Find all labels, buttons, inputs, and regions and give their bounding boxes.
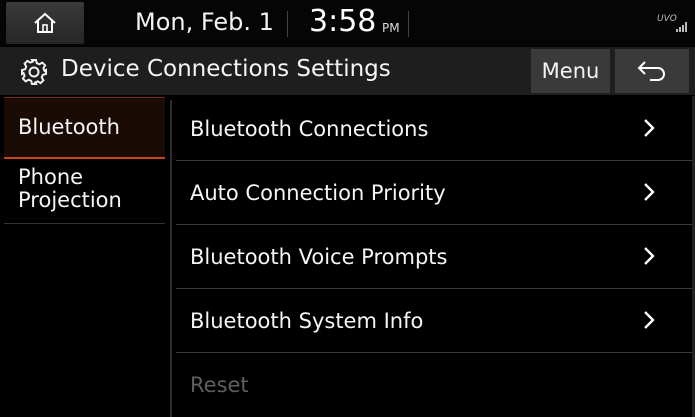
list-item-auto-connection-priority[interactable]: Auto Connection Priority [176, 161, 692, 225]
page-title: Device Connections Settings [61, 56, 391, 82]
chevron-right-icon [644, 183, 655, 201]
tab-label-line1: Phone [18, 165, 84, 189]
chevron-right-icon [644, 311, 655, 329]
status-bar: Mon, Feb. 1 3:58 PM UVO [0, 0, 695, 46]
list-item-label: Bluetooth Voice Prompts [190, 245, 448, 269]
tab-phone-projection-label: Phone Projection [18, 166, 122, 212]
gear-icon [21, 59, 47, 85]
panel-divider [170, 100, 172, 417]
list-item-bluetooth-voice-prompts[interactable]: Bluetooth Voice Prompts [176, 225, 692, 289]
ampm-indicator: PM [382, 21, 400, 35]
list-item-label: Auto Connection Priority [190, 181, 446, 205]
menu-button[interactable]: Menu [531, 49, 610, 93]
status-divider [408, 11, 409, 37]
back-button[interactable] [615, 49, 689, 93]
status-divider [287, 11, 288, 37]
signal-icon [676, 22, 687, 32]
tab-phone-projection[interactable]: Phone Projection [4, 162, 165, 224]
tab-bluetooth[interactable]: Bluetooth [4, 97, 165, 159]
time-display: 3:58 [309, 4, 377, 39]
list-item-bluetooth-system-info[interactable]: Bluetooth System Info [176, 289, 692, 353]
list-item-label: Bluetooth Connections [190, 117, 429, 141]
tab-divider [4, 223, 165, 224]
title-bar: Device Connections Settings Menu [0, 47, 695, 95]
chevron-right-icon [644, 119, 655, 137]
list-item-bluetooth-connections[interactable]: Bluetooth Connections [176, 97, 692, 161]
list-item-label: Bluetooth System Info [190, 309, 424, 333]
chevron-right-icon [644, 247, 655, 265]
tab-bluetooth-label: Bluetooth [18, 115, 120, 139]
home-icon [34, 12, 56, 33]
date-display: Mon, Feb. 1 [135, 8, 274, 36]
tab-label-line2: Projection [18, 188, 122, 212]
home-button[interactable] [6, 2, 84, 44]
list-item-reset: Reset [176, 353, 692, 417]
uvo-logo: UVO [657, 14, 677, 24]
back-icon [637, 61, 665, 81]
list-item-label: Reset [190, 373, 249, 397]
